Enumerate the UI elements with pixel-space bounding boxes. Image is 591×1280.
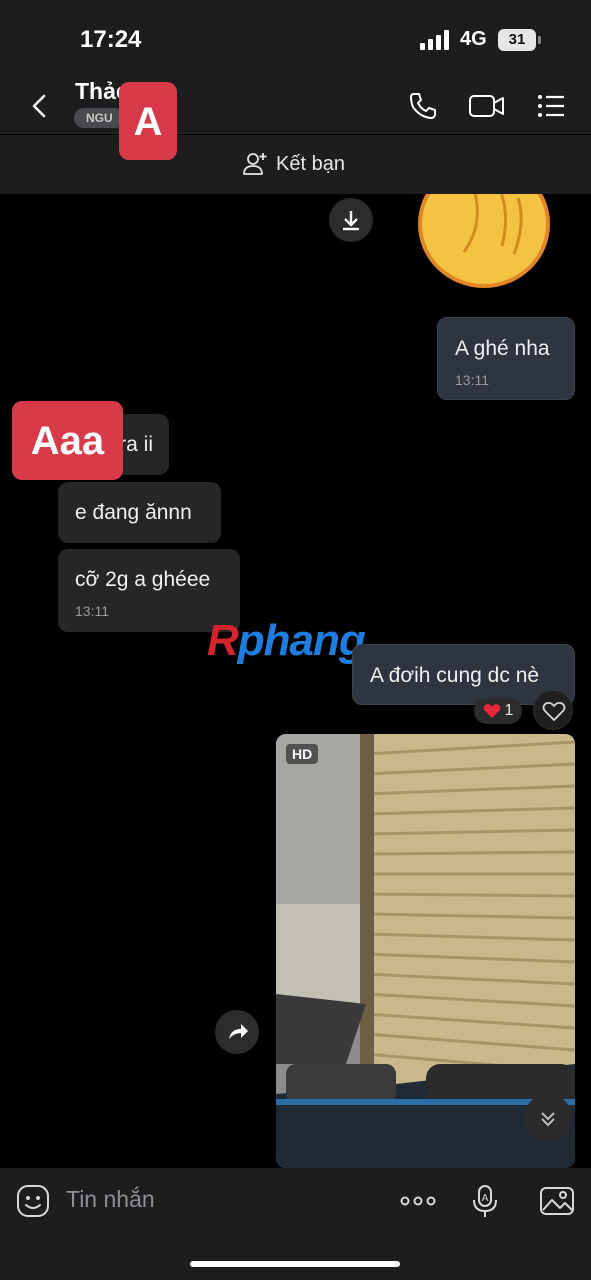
- waving-hand-sticker[interactable]: [414, 194, 550, 288]
- home-indicator[interactable]: [190, 1261, 400, 1267]
- add-friend-icon: [243, 153, 267, 175]
- message-text: A đơih cung dc nè: [370, 664, 540, 687]
- message-bubble-in[interactable]: e đang ănnn: [58, 482, 221, 543]
- heart-outline-icon: [542, 702, 566, 721]
- status-bar: 17:24 4G 31: [0, 0, 591, 78]
- add-friend-label: Kết bạn: [276, 152, 345, 175]
- menu-list-icon[interactable]: [534, 88, 570, 124]
- svg-text:A: A: [482, 1193, 489, 1204]
- contact-tag: NGU: [74, 108, 125, 128]
- image-picker-icon[interactable]: [538, 1182, 576, 1220]
- video-call-icon[interactable]: [468, 88, 506, 124]
- message-input[interactable]: Tin nhắn: [66, 1186, 155, 1213]
- overlay-sticker-aaa: Aaa: [12, 401, 123, 480]
- share-arrow-icon: [229, 1024, 248, 1039]
- watermark-logo: Rphang: [207, 616, 366, 665]
- message-time: 13:11: [75, 603, 109, 619]
- battery-tip: [538, 36, 541, 44]
- phone-icon[interactable]: [405, 88, 441, 124]
- download-button[interactable]: [329, 198, 373, 242]
- chat-header: Thảo NGU: [0, 78, 591, 134]
- chevron-down-icon: [541, 1112, 555, 1127]
- react-heart-button[interactable]: [533, 690, 573, 730]
- overlay-sticker-a: A: [119, 82, 177, 160]
- voice-to-text-icon[interactable]: A: [466, 1182, 504, 1220]
- message-bubble-out[interactable]: A ghé nha 13:11: [437, 317, 575, 400]
- message-text: A ghé nha: [455, 337, 550, 360]
- message-text: ra ii: [119, 433, 153, 456]
- message-text: cỡ 2g a ghéee: [75, 568, 211, 591]
- download-icon: [343, 211, 359, 231]
- more-options-icon[interactable]: [399, 1182, 437, 1220]
- message-text: e đang ănnn: [75, 501, 192, 524]
- battery-icon: 31: [498, 29, 536, 51]
- network-label: 4G: [460, 28, 487, 50]
- status-time: 17:24: [80, 26, 142, 53]
- heart-reaction-icon: [483, 704, 500, 718]
- reaction-count: 1: [504, 702, 514, 719]
- add-friend-bar[interactable]: Kết bạn: [0, 135, 591, 194]
- reaction-badge[interactable]: 1: [474, 698, 522, 724]
- back-icon[interactable]: [22, 88, 58, 124]
- emoji-icon[interactable]: [16, 1184, 50, 1218]
- hd-badge: HD: [286, 744, 319, 764]
- message-time: 13:11: [455, 372, 489, 388]
- forward-button[interactable]: [215, 1010, 259, 1054]
- scroll-down-button[interactable]: [524, 1094, 572, 1142]
- signal-icon: [420, 30, 449, 50]
